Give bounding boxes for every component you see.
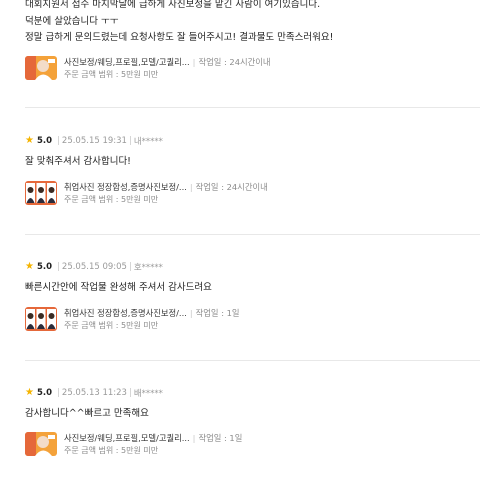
star-icon: ★ (25, 261, 34, 272)
product-name[interactable]: 사진보정/웨딩,프로필,모델/고퀄리... (64, 433, 190, 443)
portrait-thumbnail-icon[interactable] (25, 56, 57, 80)
review-date: 25.05.15 19:31 (61, 136, 127, 146)
divider (25, 360, 480, 361)
product-card[interactable]: 사진보정/웨딩,프로필,모델/고퀄리... | 작업일 : 24시간이내 주문 금액… (25, 56, 465, 82)
review-text: 잘 맞춰주셔서 감사합니다! (25, 156, 131, 167)
work-time: 작업일 : 24시간이내 (198, 57, 271, 67)
review-date: 25.05.13 11:23 (61, 388, 127, 398)
rating-score: 5.0 (36, 136, 53, 146)
rating-score: 5.0 (36, 262, 53, 272)
price-range: 주문 금액 범위 : 5만원 미만 (64, 195, 159, 204)
review-text-line: 정말 급하게 문의드렸는데 요청사항도 잘 들어주시고! 결과물도 만족스러워요… (25, 32, 334, 43)
review-user: 배***** (133, 389, 163, 399)
product-card[interactable]: 사진보정/웨딩,프로필,모델/고퀄리... | 작업일 : 1일 주문 금액 범위 … (25, 432, 465, 458)
work-time: 작업일 : 1일 (195, 308, 240, 318)
review-date: 25.05.15 09:05 (61, 262, 127, 272)
work-time: 작업일 : 1일 (198, 433, 243, 443)
id-photos-thumbnail-icon[interactable] (25, 307, 57, 331)
divider (25, 234, 480, 235)
price-range: 주문 금액 범위 : 5만원 미만 (64, 70, 159, 79)
portrait-thumbnail-icon[interactable] (25, 432, 57, 456)
review-meta: ★ 5.0 | 25.05.13 11:23 | 배***** (25, 387, 163, 400)
review-user: 호***** (133, 263, 163, 273)
divider (25, 107, 480, 108)
product-card[interactable]: 취업사진 정장합성,증명사진보정/... | 작업일 : 1일 주문 금액 범위 :… (25, 307, 465, 333)
review-meta: ★ 5.0 | 25.05.15 19:31 | 내***** (25, 135, 163, 148)
price-range: 주문 금액 범위 : 5만원 미만 (64, 321, 159, 330)
star-icon: ★ (25, 387, 34, 398)
work-time: 작업일 : 24시간이내 (195, 182, 268, 192)
product-name[interactable]: 취업사진 정장합성,증명사진보정/... (64, 308, 187, 318)
product-card[interactable]: 취업사진 정장합성,증명사진보정/... | 작업일 : 24시간이내 주문 금액 … (25, 181, 465, 207)
review-text: 감사합니다^^빠르고 만족해요 (25, 408, 149, 419)
product-name[interactable]: 취업사진 정장합성,증명사진보정/... (64, 182, 187, 192)
star-icon: ★ (25, 135, 34, 146)
review-text-line: 덕분에 살았습니다 ㅜㅜ (25, 16, 119, 27)
review-user: 내***** (133, 137, 163, 147)
review-text-line: 대회지원서 접수 마지막날에 급하게 사진보정을 맡긴 사람이 여기있습니다. (25, 0, 321, 10)
id-photos-thumbnail-icon[interactable] (25, 181, 57, 205)
review-text: 빠른시간안에 작업물 완성해 주셔서 감사드려요 (25, 282, 212, 293)
price-range: 주문 금액 범위 : 5만원 미만 (64, 446, 159, 455)
rating-score: 5.0 (36, 388, 53, 398)
review-meta: ★ 5.0 | 25.05.15 09:05 | 호***** (25, 261, 163, 274)
product-name[interactable]: 사진보정/웨딩,프로필,모델/고퀄리... (64, 57, 190, 67)
